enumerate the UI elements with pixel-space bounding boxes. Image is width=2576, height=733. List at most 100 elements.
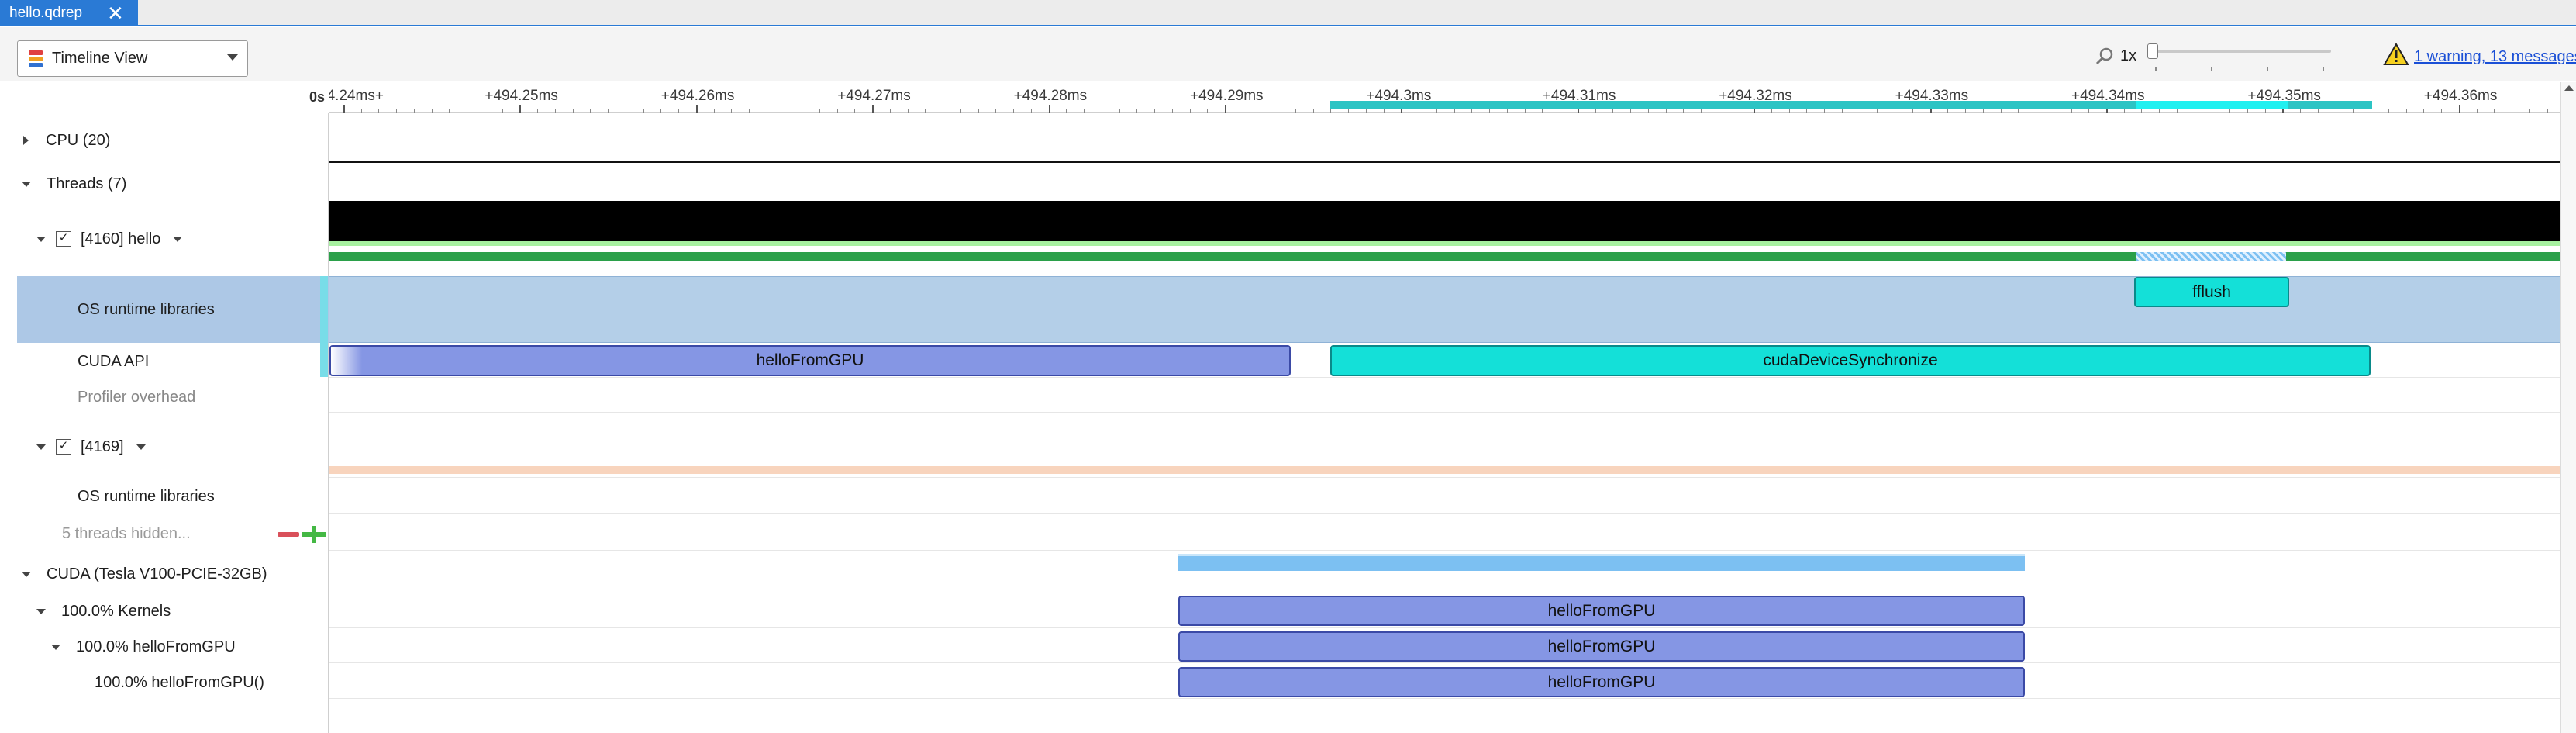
gpu-utilization-band — [1178, 554, 2025, 571]
ruler-minor-tick — [1207, 109, 1209, 113]
tree-row-threads[interactable]: Threads (7) — [22, 174, 126, 194]
close-icon[interactable]: ✕ — [107, 2, 124, 26]
row-divider — [329, 550, 2560, 551]
cpu-activity-line — [329, 161, 2560, 163]
tree-label: Threads (7) — [47, 175, 127, 192]
ruler-label-cell — [0, 82, 329, 113]
tree-row-kernel-fn[interactable]: 100.0% helloFromGPU — [51, 637, 236, 657]
ruler-minor-tick — [2494, 109, 2495, 113]
ruler-minor-tick — [889, 109, 891, 113]
ruler-minor-tick — [2423, 109, 2425, 113]
fflush-call[interactable]: fflush — [2134, 277, 2289, 307]
row-divider — [329, 627, 2560, 628]
zoom-slider-track[interactable] — [2151, 50, 2331, 53]
tree-row-kernel-fn-call[interactable]: 100.0% helloFromGPU() — [95, 672, 264, 693]
tree-label: 5 threads hidden... — [62, 524, 191, 542]
cuda-api-call-devicesync[interactable]: cudaDeviceSynchronize — [1330, 345, 2371, 376]
tree-row-cuda-api[interactable]: CUDA API — [78, 351, 149, 372]
ruler-minor-tick — [2529, 109, 2530, 113]
tree-label: OS runtime libraries — [78, 487, 215, 505]
hide-threads-icon[interactable] — [278, 532, 299, 537]
ruler-minor-tick — [960, 109, 961, 113]
row-divider — [329, 662, 2560, 663]
vertical-scrollbar[interactable] — [2560, 82, 2576, 733]
ruler-minor-tick — [2476, 109, 2478, 113]
thread-state-blocked — [2136, 252, 2286, 261]
show-threads-icon[interactable] — [302, 526, 326, 543]
ruler-minor-tick — [2547, 109, 2548, 113]
view-select-label: Timeline View — [52, 50, 148, 67]
ruler-tick-label: +494.28ms — [1013, 88, 1088, 104]
ruler-major-tick — [519, 105, 522, 113]
tree-row-cpu[interactable]: CPU (20) — [23, 130, 110, 150]
thread-checkbox[interactable]: ✓ — [56, 231, 71, 247]
chevron-down-icon[interactable] — [173, 236, 183, 242]
ruler-minor-tick — [995, 109, 997, 113]
ruler-tick-label: +494.26ms — [660, 88, 735, 104]
tree-row-os-runtime[interactable]: OS runtime libraries — [78, 299, 215, 320]
collapse-icon[interactable] — [22, 571, 31, 577]
scroll-up-icon[interactable] — [2564, 85, 2574, 91]
ruler-tick-label: +494.27ms — [837, 88, 911, 104]
warning-icon — [2383, 43, 2409, 65]
tree-row-thread-4160[interactable]: ✓ [4160] hello — [36, 228, 183, 250]
view-select[interactable]: Timeline View — [17, 40, 248, 77]
ruler-minor-tick — [449, 109, 450, 113]
ruler-minor-tick — [731, 109, 733, 113]
thread-state-light — [329, 241, 2560, 246]
warnings-link[interactable]: 1 warning, 13 messages — [2414, 48, 2576, 66]
ruler-minor-tick — [360, 109, 362, 113]
kernel-bar[interactable]: helloFromGPU — [1178, 631, 2025, 662]
ruler-minor-tick — [590, 109, 591, 113]
ruler-minor-tick — [819, 109, 820, 113]
tree-row-thread-4169[interactable]: ✓ [4169] — [36, 436, 146, 458]
thread-activity-bar — [329, 201, 2560, 241]
ruler-major-tick — [872, 105, 874, 113]
ruler-minor-tick — [1189, 109, 1191, 113]
ruler-major-tick — [2458, 105, 2460, 113]
cuda-api-call-hellofromgpu[interactable]: helloFromGPU — [329, 345, 1291, 376]
tree-label: CPU (20) — [46, 131, 111, 149]
kernel-bar[interactable]: helloFromGPU — [1178, 667, 2025, 697]
ruler-minor-tick — [2388, 109, 2389, 113]
collapse-icon[interactable] — [22, 181, 31, 187]
ruler-minor-tick — [643, 109, 644, 113]
collapse-icon[interactable] — [36, 236, 46, 242]
tab-hello-qdrep[interactable]: hello.qdrep ✕ — [0, 0, 138, 26]
collapse-icon[interactable] — [36, 444, 46, 450]
thread-checkbox[interactable]: ✓ — [56, 439, 71, 455]
chevron-down-icon[interactable] — [136, 444, 146, 450]
row-divider — [329, 377, 2560, 378]
zoom-slider-thumb[interactable] — [2147, 43, 2158, 59]
tree-label: 100.0% Kernels — [61, 602, 171, 620]
ruler-range-highlight-fflush — [2136, 101, 2288, 109]
ruler-minor-tick — [978, 109, 979, 113]
kernel-bar[interactable]: helloFromGPU — [1178, 596, 2025, 626]
collapse-icon[interactable] — [36, 608, 46, 614]
tree-row-os-runtime-2[interactable]: OS runtime libraries — [78, 486, 215, 507]
row-divider — [329, 513, 2560, 514]
tree-row-kernels[interactable]: 100.0% Kernels — [36, 601, 171, 621]
ruler-major-tick — [1048, 105, 1050, 113]
ruler-tick-label: +494.36ms — [2423, 88, 2498, 104]
tree-row-hidden-threads[interactable]: 5 threads hidden... — [62, 524, 191, 544]
thread-4169-activity — [329, 466, 2560, 474]
ruler-major-tick — [695, 105, 698, 113]
expand-icon[interactable] — [23, 136, 29, 145]
zoom-tick — [2155, 67, 2157, 71]
collapse-icon[interactable] — [51, 644, 60, 650]
tree-row-profiler-overhead[interactable]: Profiler overhead — [78, 387, 195, 407]
ruler-minor-tick — [1171, 109, 1173, 113]
tree-label: Profiler overhead — [78, 388, 196, 406]
ruler-minor-tick — [537, 109, 539, 113]
zoom-icon — [2095, 47, 2113, 65]
ruler-minor-tick — [1119, 109, 1120, 113]
tree-row-cuda-device[interactable]: CUDA (Tesla V100-PCIE-32GB) — [22, 564, 267, 584]
ruler-minor-tick — [678, 109, 680, 113]
tree-label: CUDA API — [78, 352, 150, 370]
ruler-minor-tick — [378, 109, 380, 113]
ruler-minor-tick — [572, 109, 574, 113]
tree-label: 100.0% helloFromGPU() — [95, 673, 264, 691]
ruler-minor-tick — [2405, 109, 2407, 113]
zoom-tick — [2267, 67, 2268, 71]
